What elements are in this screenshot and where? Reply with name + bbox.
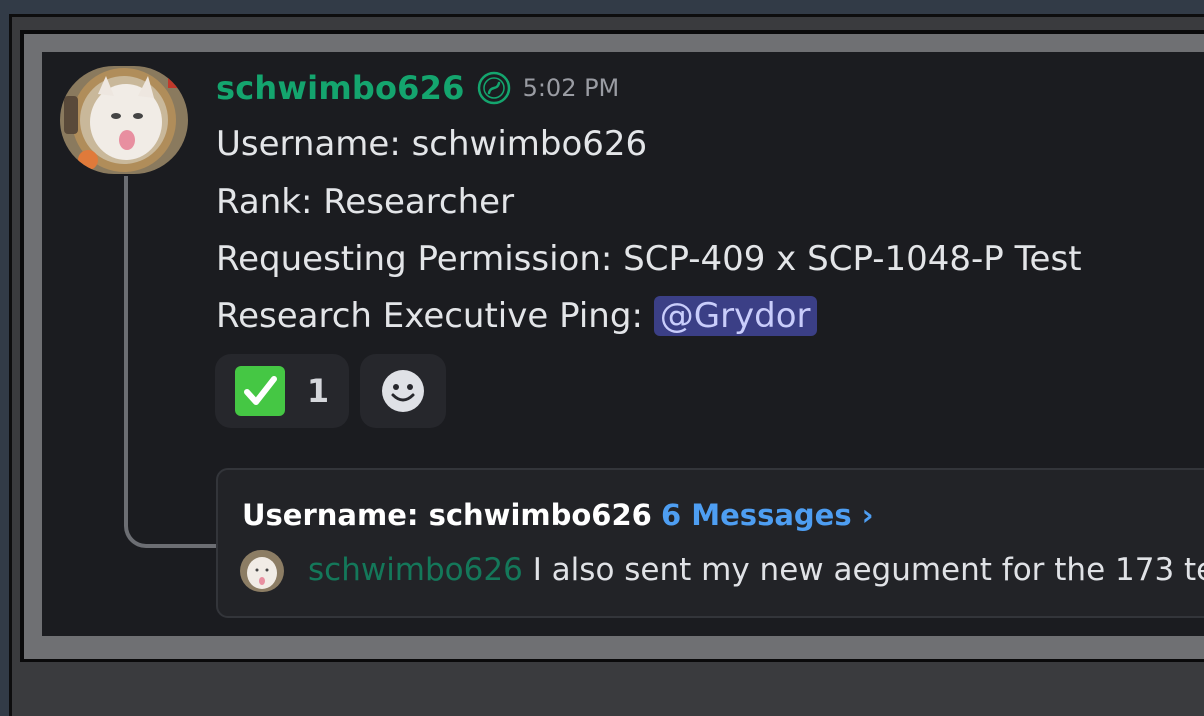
author-avatar[interactable] bbox=[60, 66, 188, 174]
message-line-rank: Rank: Researcher bbox=[216, 182, 515, 222]
add-reaction-button[interactable] bbox=[360, 354, 446, 428]
role-badge-icon[interactable] bbox=[477, 71, 511, 105]
message-line-ping: Research Executive Ping: @Grydor bbox=[216, 296, 817, 336]
thread-connector-line bbox=[124, 176, 220, 548]
thread-last-message: schwimbo626 I also sent my new aegument … bbox=[308, 552, 1204, 588]
thread-author-avatar bbox=[240, 550, 284, 592]
thread-title[interactable]: Username: schwimbo626 bbox=[242, 498, 652, 532]
smiley-face-icon bbox=[382, 370, 424, 412]
reaction-count: 1 bbox=[306, 372, 330, 410]
white-check-mark-icon bbox=[234, 366, 285, 416]
cat-avatar-image bbox=[60, 66, 188, 174]
reaction-check[interactable]: 1 bbox=[215, 354, 349, 428]
message-line-request: Requesting Permission: SCP-409 x SCP-104… bbox=[216, 239, 1082, 279]
thread-last-author[interactable]: schwimbo626 bbox=[308, 552, 523, 588]
user-mention[interactable]: @Grydor bbox=[653, 296, 817, 336]
author-name[interactable]: schwimbo626 bbox=[216, 69, 465, 107]
thread-last-text: I also sent my new aegument for the 173 … bbox=[532, 552, 1204, 588]
message-line-username: Username: schwimbo626 bbox=[216, 124, 648, 164]
thread-message-count-link[interactable]: 6 Messages › bbox=[661, 498, 874, 532]
ping-label: Research Executive Ping: bbox=[216, 296, 643, 336]
message-timestamp[interactable]: 5:02 PM bbox=[523, 74, 620, 102]
message-header: schwimbo626 5:02 PM bbox=[216, 64, 619, 112]
thread-preview[interactable] bbox=[216, 468, 1204, 618]
